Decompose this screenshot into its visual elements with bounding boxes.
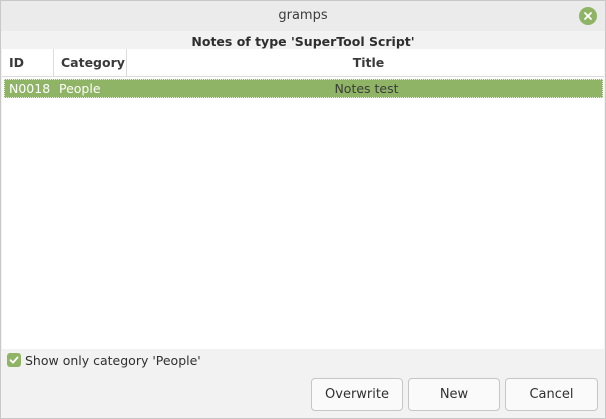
show-only-category-label[interactable]: Show only category 'People' [25,353,201,368]
table-header: ID Category Title [2,49,604,77]
new-button[interactable]: New [408,378,500,411]
category-filter[interactable]: Show only category 'People' [7,352,201,368]
close-icon [584,12,592,20]
column-header-title[interactable]: Title [127,49,604,76]
notes-list[interactable]: ID Category Title N0018 People Notes tes… [2,49,604,349]
dialog-subtitle: Notes of type 'SuperTool Script' [191,34,415,49]
dialog-window: gramps Notes of type 'SuperTool Script' … [0,0,606,419]
cell-id: N0018 [9,81,51,96]
cell-category: People [59,81,101,96]
cancel-button[interactable]: Cancel [505,378,598,411]
close-button[interactable] [579,7,597,25]
window-title: gramps [278,8,328,23]
title-bar[interactable]: gramps [1,1,605,31]
checkmark-icon [9,356,19,364]
cell-title: Notes test [334,81,399,96]
overwrite-button[interactable]: Overwrite [311,378,403,411]
table-row[interactable]: N0018 People Notes test [4,79,603,98]
column-header-id[interactable]: ID [2,49,54,76]
show-only-category-checkbox[interactable] [7,353,21,367]
column-header-category[interactable]: Category [54,49,127,76]
